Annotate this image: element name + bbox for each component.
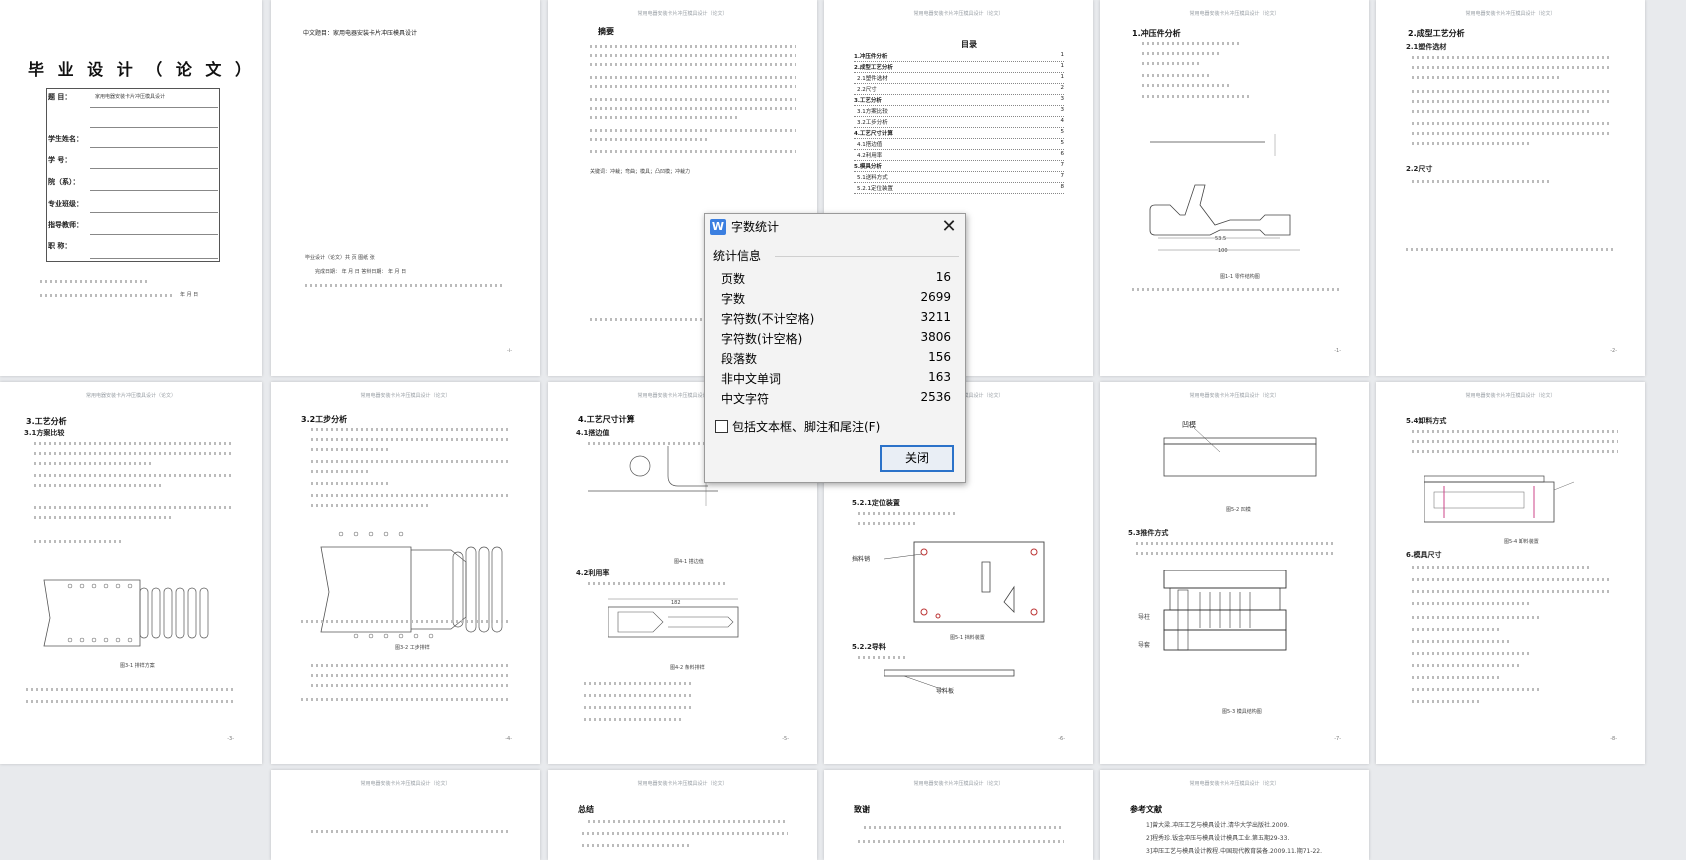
- figure-caption: 图3-2 工步排样: [395, 645, 430, 651]
- document-page-15[interactable]: 常用电器安装卡片冲压模具设计（论文） 致谢: [824, 770, 1093, 860]
- wps-app-icon: W: [710, 219, 726, 235]
- die-drawing: [1163, 427, 1317, 477]
- stat-row-chars-with-spaces: 字符数(计空格) 3806: [721, 330, 951, 346]
- document-page-8[interactable]: 常用电器安装卡片冲压模具设计（论文） 3.2工步分析 图3-2 工步排样 -4-: [271, 382, 540, 764]
- stat-row-non-chinese-words: 非中文单词 163: [721, 370, 951, 386]
- subsection-title: 2.1塑件选材: [1406, 43, 1447, 51]
- toc-item[interactable]: 1.冲压件分析 1: [854, 52, 1064, 62]
- reference-item: 2]程秀珍.钣金冲压与模具设计模具工业.第五期29-33.: [1146, 835, 1290, 842]
- toc-item[interactable]: 2.2尺寸 2: [854, 85, 1064, 95]
- subsection-title: 5.2.2导料: [852, 643, 886, 651]
- toc-item[interactable]: 3.1方案比较 3: [854, 107, 1064, 117]
- section-title: 6.模具尺寸: [1406, 551, 1442, 559]
- section-title: 4.工艺尺寸计算: [578, 415, 635, 424]
- toc-item[interactable]: 2.成型工艺分析 1: [854, 63, 1064, 73]
- toc-title: 目录: [961, 40, 977, 49]
- field-id: 学 号：: [48, 156, 72, 164]
- subsection-title: 5.2.1定位装置: [852, 499, 900, 507]
- toc-item[interactable]: 2.1塑件选材 1: [854, 74, 1064, 84]
- document-page-11[interactable]: 常用电器安装卡片冲压模具设计（论文） 凹模 图5-2 凹模 5.3推件方式 导柱…: [1100, 382, 1369, 764]
- part-drawing: [1149, 134, 1300, 251]
- reference-item: 1]曾大梁.冲压工艺与模具设计.清华大学出版社.2009.: [1146, 822, 1290, 829]
- callout-label: 挡料销: [852, 556, 871, 563]
- section-title: 2.成型工艺分析: [1408, 29, 1465, 38]
- callout-label: 导柱: [1138, 614, 1151, 621]
- references-title: 参考文献: [1130, 805, 1162, 814]
- summary-title: 总结: [578, 805, 594, 814]
- cover-title: 毕 业 设 计 （ 论 文 ）: [28, 60, 255, 79]
- subsection-title: 5.4卸料方式: [1406, 417, 1447, 425]
- subsection-title: 3.1方案比较: [24, 429, 65, 437]
- section-title: 3.2工步分析: [301, 415, 348, 424]
- callout-label: 导料板: [936, 688, 955, 695]
- figure-caption: 图3-1 排样方案: [120, 663, 155, 669]
- section-title: 1.冲压件分析: [1132, 29, 1181, 38]
- keywords: 关键词：冲裁；弯曲；模具；凸凹模；冲裁力: [590, 169, 691, 175]
- stat-row-pages: 页数 16: [721, 270, 951, 286]
- toc-item[interactable]: 5.1送料方式 7: [854, 173, 1064, 183]
- toc-item[interactable]: 3.2工步分析 4: [854, 118, 1064, 128]
- toc-item[interactable]: 3.工艺分析 3: [854, 96, 1064, 106]
- toc-item[interactable]: 4.工艺尺寸计算 5: [854, 129, 1064, 139]
- document-page-13[interactable]: 常用电器安装卡片冲压模具设计（论文）: [271, 770, 540, 860]
- figure-caption: 图5-4 卸料装置: [1504, 539, 1539, 545]
- toc-item[interactable]: 4.1搭边值 5: [854, 140, 1064, 150]
- topic-label: 题 目：: [48, 93, 72, 101]
- close-icon[interactable]: ✕: [939, 217, 959, 237]
- document-page-14[interactable]: 常用电器安装卡片冲压模具设计（论文） 总结: [548, 770, 817, 860]
- stop-pin-drawing: [883, 541, 1045, 623]
- include-textbox-footnote-label[interactable]: 包括文本框、脚注和尾注(F): [732, 418, 880, 435]
- cover-date: 年 月 日: [180, 292, 199, 298]
- toc-item[interactable]: 4.2利用率 6: [854, 151, 1064, 161]
- stat-row-words: 字数 2699: [721, 290, 951, 306]
- document-page-1[interactable]: 毕 业 设 计 （ 论 文 ） 题 目： 家用电器安装卡片冲压模具设计 学生姓名…: [0, 0, 262, 376]
- abstract-title: 摘要: [598, 27, 614, 36]
- field-name: 学生姓名：: [48, 135, 83, 143]
- word-count-dialog: W 字数统计 ✕ 统计信息 页数 16 字数 2699 字符数(不计空格) 32…: [704, 213, 966, 483]
- figure-caption: 图5-2 凹模: [1226, 507, 1251, 513]
- topic-value: 家用电器安装卡片冲压模具设计: [95, 94, 166, 100]
- section-title: 3.工艺分析: [26, 417, 67, 426]
- figure-caption: 图5-3 模具结构图: [1222, 709, 1262, 715]
- document-page-12[interactable]: 常用电器安装卡片冲压模具设计（论文） 5.4卸料方式 图5-4 卸料装置 6.模…: [1376, 382, 1645, 764]
- toc-item[interactable]: 5.模具分析 7: [854, 162, 1064, 172]
- document-page-5[interactable]: 常用电器安装卡片冲压模具设计（论文） 1.冲压件分析 53.5 100 图1-1…: [1100, 0, 1369, 376]
- document-page-2[interactable]: 中文题目：家用电器安装卡片冲压模具设计 毕业设计（论文）共 页 图纸 张 完成日…: [271, 0, 540, 376]
- process-drawing: [320, 531, 503, 639]
- stat-row-chinese-chars: 中文字符 2536: [721, 390, 951, 406]
- document-page-7[interactable]: 常用电器安装卡片冲压模具设计（论文） 3.工艺分析 3.1方案比较 图3-1 排…: [0, 382, 262, 764]
- strip-layout-drawing: [43, 579, 209, 647]
- dialog-title: 字数统计: [731, 220, 780, 234]
- overlap-drawing: [588, 446, 718, 506]
- include-textbox-footnote-checkbox[interactable]: [715, 420, 728, 433]
- subsection-title: 2.2尺寸: [1406, 165, 1433, 173]
- figure-caption: 图1-1 零件结构图: [1220, 274, 1260, 280]
- figure-caption: 图4-1 搭边值: [674, 559, 704, 565]
- field-class: 专业班级：: [48, 200, 83, 208]
- chinese-topic: 中文题目：家用电器安装卡片冲压模具设计: [303, 30, 418, 37]
- subsection-title: 4.1搭边值: [576, 429, 610, 437]
- figure-caption: 图5-1 挡料装置: [950, 635, 985, 641]
- subsection-title: 5.3推件方式: [1128, 529, 1169, 537]
- callout-label: 导套: [1138, 642, 1151, 649]
- field-dept: 院（系）：: [48, 178, 80, 186]
- field-advisor: 指导教师：: [48, 221, 83, 229]
- mold-assembly-drawing: [1163, 570, 1287, 651]
- stat-row-chars-no-spaces: 字符数(不计空格) 3211: [721, 310, 951, 326]
- toc-item[interactable]: 5.2.1定位装置 8: [854, 184, 1064, 194]
- stat-row-paragraphs: 段落数 156: [721, 350, 951, 366]
- close-button[interactable]: 关闭: [880, 445, 954, 472]
- stats-group-label: 统计信息: [713, 247, 766, 264]
- subsection-title: 4.2利用率: [576, 569, 610, 577]
- date-line: 完成日期： 年 月 日 答辩日期： 年 月 日: [315, 269, 407, 275]
- field-title: 职 称：: [48, 242, 72, 250]
- thanks-title: 致谢: [854, 805, 870, 814]
- document-page-6[interactable]: 常用电器安装卡片冲压模具设计（论文） 2.成型工艺分析 2.1塑件选材 2.2尺…: [1376, 0, 1645, 376]
- figure-caption: 图4-2 条料排样: [670, 665, 705, 671]
- stripper-drawing: [1424, 475, 1575, 523]
- dialog-titlebar[interactable]: W 字数统计 ✕: [705, 214, 965, 240]
- stat-line: 毕业设计（论文）共 页 图纸 张: [305, 255, 375, 261]
- document-page-16[interactable]: 常用电器安装卡片冲压模具设计（论文） 参考文献 1]曾大梁.冲压工艺与模具设计.…: [1100, 770, 1369, 860]
